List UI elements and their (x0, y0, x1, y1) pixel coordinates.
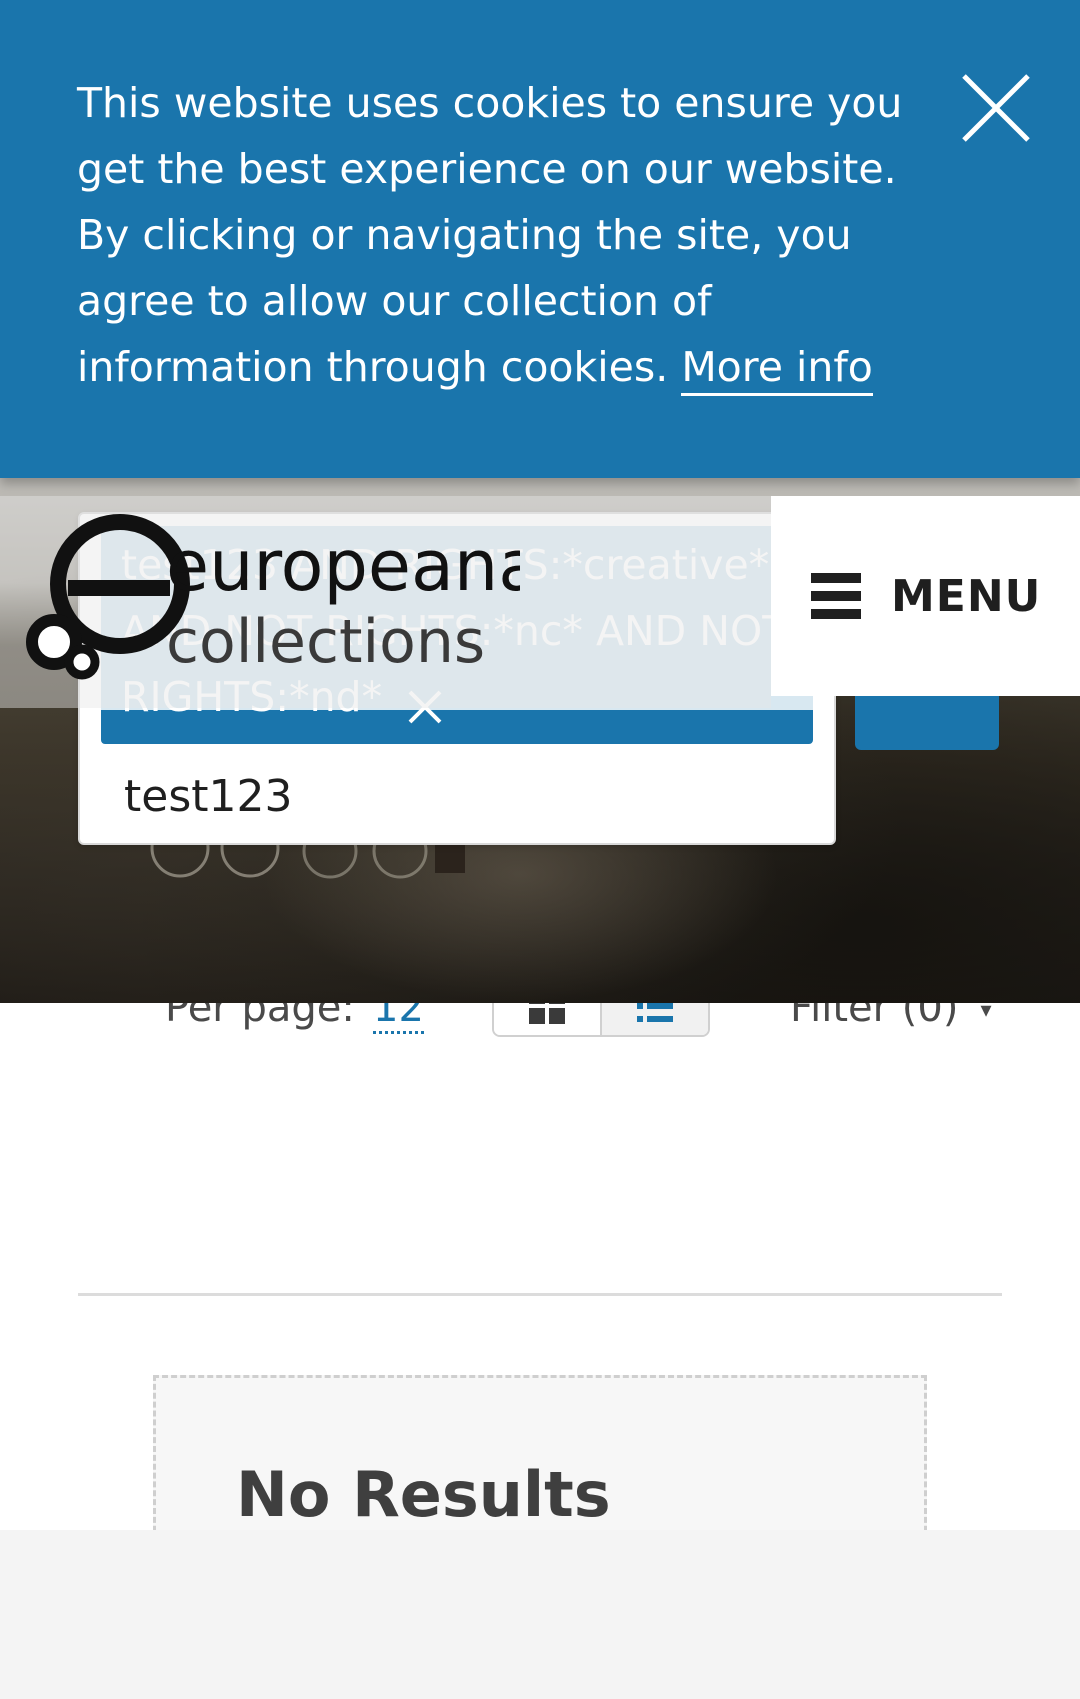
no-results-title: No Results (236, 1458, 611, 1531)
site-header: europeana collections MENU (0, 496, 1080, 708)
europeana-logo[interactable]: europeana collections (20, 514, 520, 684)
logo-primary: europeana (166, 525, 520, 607)
results-divider (78, 1293, 1002, 1296)
hamburger-icon (811, 573, 861, 619)
more-info-link[interactable]: More info (681, 343, 873, 396)
search-input[interactable] (122, 761, 802, 831)
logo-secondary: collections (166, 607, 485, 677)
menu-label: MENU (891, 570, 1042, 622)
cookie-message-container: This website uses cookies to ensure you … (77, 70, 937, 400)
cookie-banner: This website uses cookies to ensure you … (0, 0, 1080, 478)
menu-button[interactable]: MENU (771, 496, 1080, 696)
bottom-bar (0, 1530, 1080, 1699)
close-icon[interactable] (958, 70, 1034, 146)
